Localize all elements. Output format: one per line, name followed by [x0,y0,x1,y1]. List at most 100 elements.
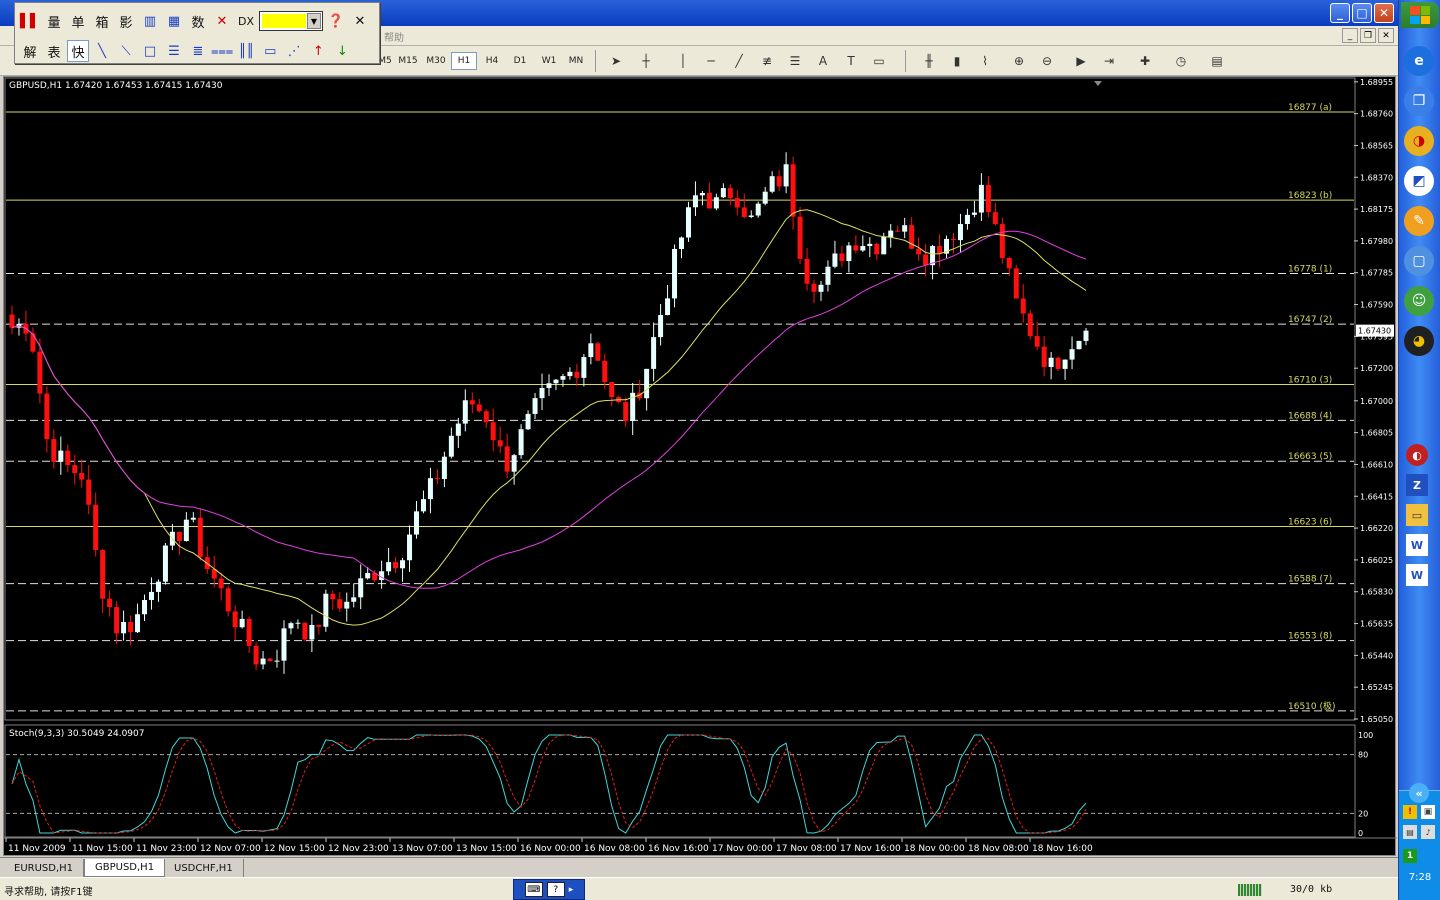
candlestick-icon[interactable]: ▮ [946,51,968,71]
timeframe-m30[interactable]: M30 [423,52,449,70]
child-minimize-button[interactable]: _ [1342,28,1358,43]
tool-xiang[interactable]: 箱 [91,10,113,32]
app-swirl-icon[interactable]: ◑ [1404,126,1434,156]
price-tick-label: 1.67980 [1360,237,1393,246]
rectangle-tool-icon[interactable]: □ [139,40,161,62]
tool-liang[interactable]: 量 [43,10,65,32]
child-close-button[interactable]: ✕ [1378,28,1394,43]
chart-window[interactable]: 1.68955 1.68760 1.68565 1.68370 1.68175 1.679… [3,76,1397,857]
fan-tool-icon[interactable]: ⋰ [283,40,305,62]
bull-candle [309,624,315,640]
bars-icon[interactable]: ▥ [139,10,161,32]
tool-shu[interactable]: 数 [187,10,209,32]
cursor-icon[interactable]: ➤ [605,51,627,71]
explorer-icon[interactable]: ❐ [1404,86,1434,116]
fib-tool-icon[interactable]: ☰ [163,40,185,62]
tab-eurusd[interactable]: EURUSD,H1 [4,859,85,877]
arrow-down-icon[interactable]: ↓ [331,40,353,62]
tab-usdchf[interactable]: USDCHF,H1 [164,859,244,877]
shield-icon[interactable]: ! [1403,805,1417,819]
histogram-icon[interactable]: ▦ [163,10,185,32]
zoom-in-icon[interactable]: ⊕ [1008,51,1030,71]
periods-icon[interactable]: ◷ [1170,51,1192,71]
arrow-label-icon[interactable]: ▭ [868,51,890,71]
color-picker[interactable]: ▼ [259,11,323,31]
child-restore-button[interactable]: ❐ [1360,28,1376,43]
cross-tool-icon[interactable]: ✕ [211,10,233,32]
auto-scroll-icon[interactable]: ▶ [1070,51,1092,71]
crosshair-icon[interactable]: ┼ [635,51,657,71]
qq-icon[interactable]: ◕ [1404,326,1434,356]
timeframe-mn[interactable]: MN [563,52,589,70]
cycle-tool-icon[interactable]: ║║ [235,40,257,62]
tool-biao[interactable]: 表 [43,40,65,62]
ray-tool-icon[interactable]: ⟍ [115,40,137,62]
minimize-button[interactable]: _ [1330,3,1350,23]
tray-app-icon[interactable]: ▤ [1403,825,1417,839]
chart-shift-icon[interactable]: ⇥ [1098,51,1120,71]
volume-icon[interactable]: ♪ [1421,825,1435,839]
word-doc-2-icon[interactable]: W [1406,564,1428,586]
arrow-up-icon[interactable]: ↑ [307,40,329,62]
tool-dan[interactable]: 单 [67,10,89,32]
trendline-icon[interactable]: ╱ [728,51,750,71]
price-chart[interactable]: 1.68955 1.68760 1.68565 1.68370 1.68175 1.679… [4,77,1397,857]
status-help-text: 寻求帮助, 请按F1键 [4,887,93,898]
network-icon[interactable]: ▣ [1421,805,1435,819]
help-icon[interactable]: ❓ [325,10,347,32]
bull-candle [420,499,426,512]
fib-ext-tool-icon[interactable]: ≣ [187,40,209,62]
menu-help[interactable]: 帮助 [384,29,404,44]
candle-tool-icon[interactable]: ▌▌ [19,10,41,32]
zoom-out-icon[interactable]: ⊖ [1036,51,1058,71]
line-tool-icon[interactable]: ╲ [91,40,113,62]
vertical-line-icon[interactable]: │ [672,51,694,71]
stoch-tick-label: 0 [1358,829,1363,838]
app-flag-icon[interactable]: ◩ [1404,166,1434,196]
channel-icon[interactable]: ≢ [756,51,778,71]
tray-collapse-icon[interactable]: « [1409,783,1429,803]
line-chart-icon[interactable]: ⌇ [974,51,996,71]
time-tick-label: 16 Nov 08:00 [584,844,645,854]
app-z-icon[interactable]: Z [1406,474,1428,496]
ie-icon[interactable]: e [1404,46,1434,76]
time-tick-label: 11 Nov 23:00 [136,844,197,854]
pencils-icon[interactable]: ✎ [1404,206,1434,236]
tool-jie[interactable]: 解 [19,40,41,62]
tab-gbpusd[interactable]: GBPUSD,H1 [84,859,166,877]
ime-toolbar[interactable]: ⌨ ? ▸ [513,879,585,900]
timeframe-d1[interactable]: D1 [507,52,533,70]
text-label-icon[interactable]: T [840,51,862,71]
templates-icon[interactable]: ▤ [1206,51,1228,71]
timeframe-m15[interactable]: M15 [395,52,421,70]
bull-candle [769,176,775,192]
timeframe-w1[interactable]: W1 [536,52,562,70]
gann-tool-icon[interactable]: ▭ [259,40,281,62]
bar-chart-icon[interactable]: ╫ [918,51,940,71]
word-doc-icon[interactable]: W [1406,534,1428,556]
ime-help-icon[interactable]: ? [546,882,565,897]
timeframe-h4[interactable]: H4 [479,52,505,70]
window-icon[interactable]: ▢ [1404,246,1434,276]
start-button[interactable] [1401,2,1439,28]
tool-ying[interactable]: 影 [115,10,137,32]
tool-kuai[interactable]: 快 [67,40,89,62]
fib-zone-tool-icon[interactable]: ⩶ [211,40,233,62]
text-icon[interactable]: A [812,51,834,71]
close-toolbar-icon[interactable]: ✕ [349,10,371,32]
keyboard-icon[interactable]: ⌨ [524,882,543,897]
current-price-label: 1.67430 [1358,327,1391,336]
messenger-icon[interactable]: ☺ [1404,286,1434,316]
tray-green-icon[interactable]: 1 [1403,849,1417,863]
horizontal-line-icon[interactable]: ─ [700,51,722,71]
folder-icon[interactable]: ▭ [1406,504,1428,526]
dx-tool[interactable]: DX [235,10,257,32]
timeframe-h1[interactable]: H1 [451,52,477,70]
close-button[interactable]: ✕ [1374,3,1394,23]
bull-candle [448,435,454,457]
indicators-icon[interactable]: ✚ [1134,51,1156,71]
maximize-button[interactable]: □ [1352,3,1372,23]
bear-candle [895,230,901,232]
app-red-icon[interactable]: ◐ [1406,444,1428,466]
fibonacci-icon[interactable]: ☰ [784,51,806,71]
